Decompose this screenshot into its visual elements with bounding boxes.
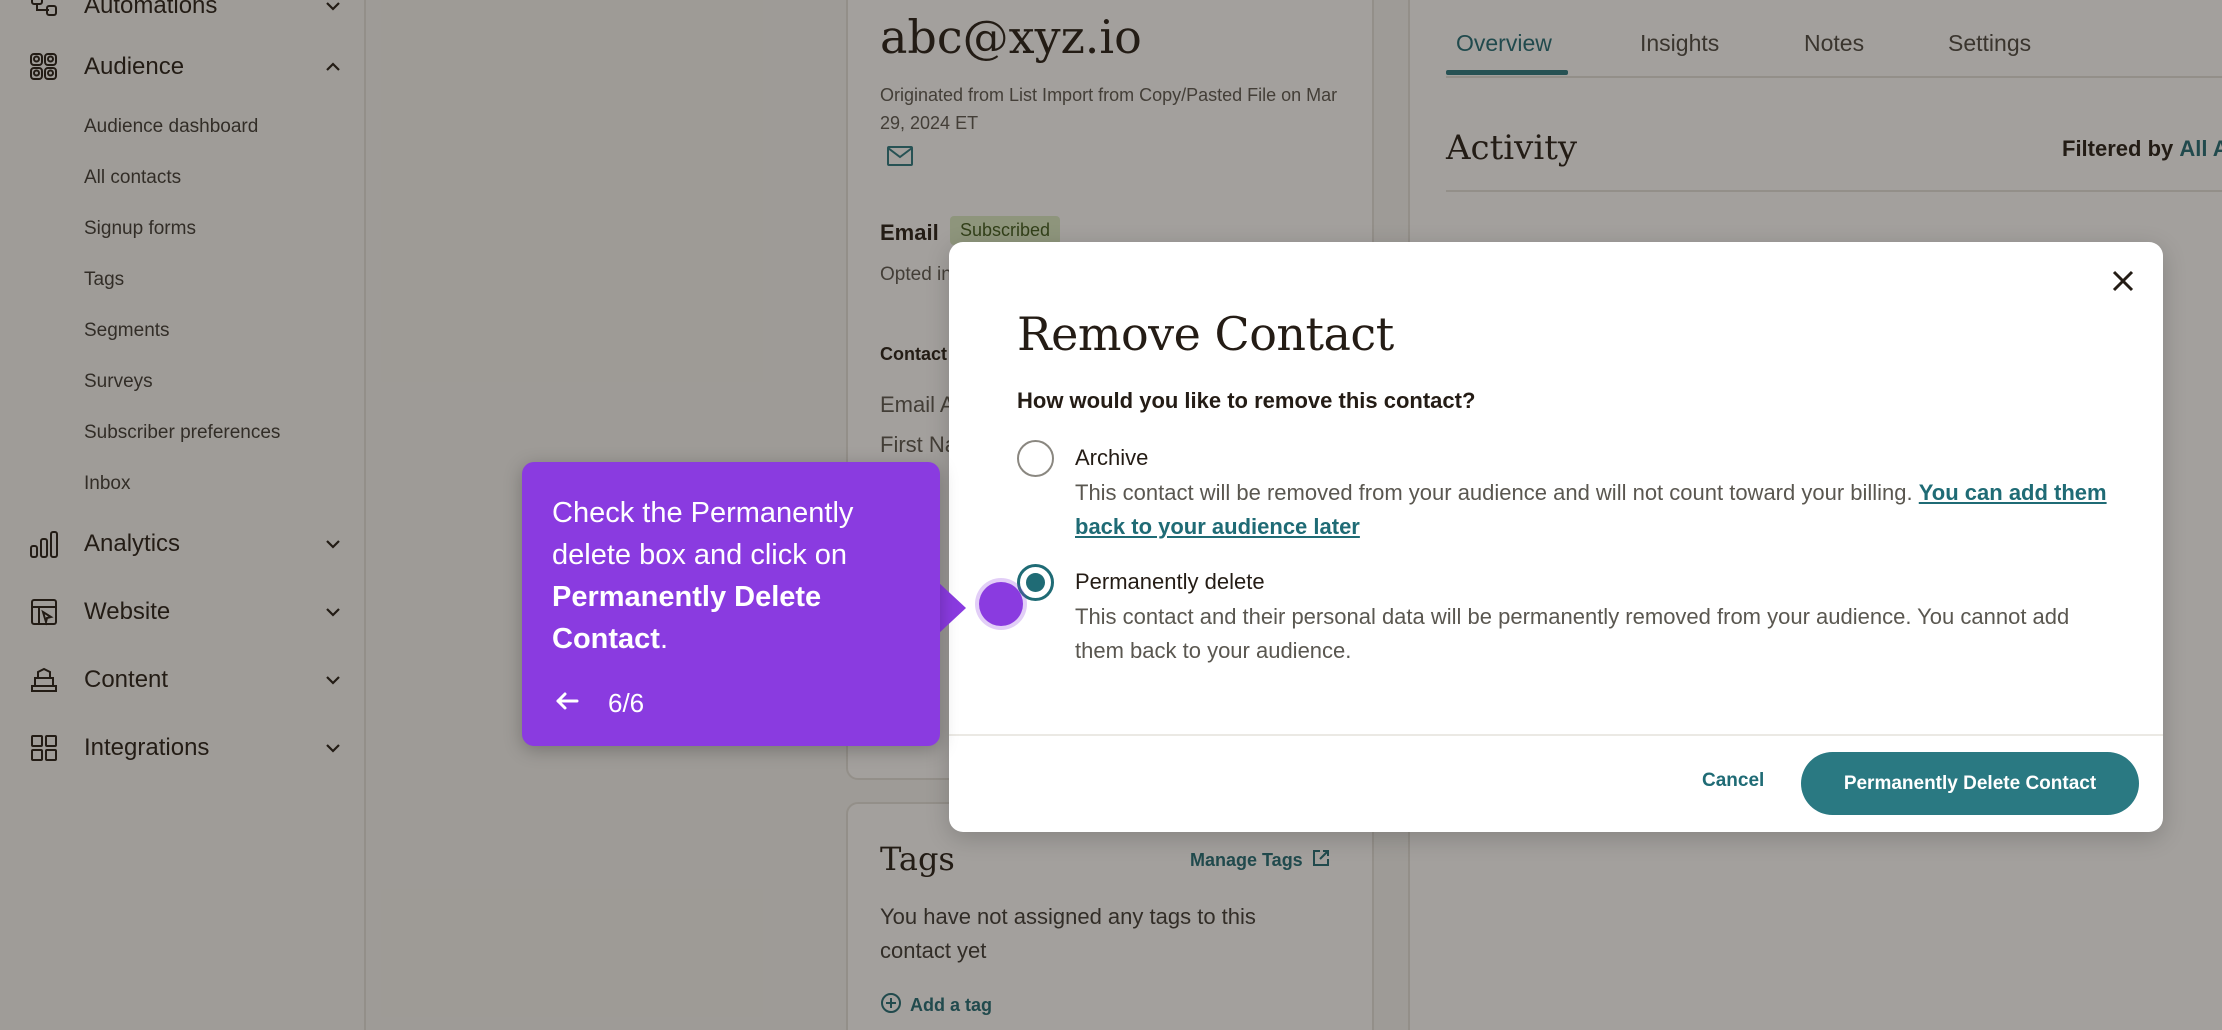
archive-radio[interactable] bbox=[1017, 440, 1054, 477]
back-arrow-icon[interactable] bbox=[552, 686, 582, 716]
remove-contact-modal: Remove Contact How would you like to rem… bbox=[949, 242, 2163, 832]
tooltip-text-bold: Permanently Delete Contact bbox=[552, 581, 822, 655]
archive-description: This contact will be removed from your a… bbox=[1075, 476, 2115, 544]
tooltip-pointer bbox=[938, 582, 966, 634]
tooltip-text: Check the Permanently delete box and cli… bbox=[552, 492, 922, 660]
guide-tooltip: Check the Permanently delete box and cli… bbox=[522, 462, 940, 746]
archive-label: Archive bbox=[1075, 445, 1149, 470]
guide-hotspot bbox=[979, 582, 1023, 626]
permanently-delete-contact-button[interactable]: Permanently Delete Contact bbox=[1801, 752, 2139, 815]
permanently-delete-description: This contact and their personal data wil… bbox=[1075, 604, 2070, 663]
modal-question: How would you like to remove this contac… bbox=[1017, 388, 1476, 413]
modal-title: Remove Contact bbox=[1017, 307, 1394, 361]
tooltip-text-end: . bbox=[659, 623, 669, 655]
tooltip-text-plain: Check the Permanently delete box and cli… bbox=[552, 497, 854, 571]
permanently-delete-label: Permanently delete bbox=[1075, 569, 1265, 594]
modal-footer-divider bbox=[949, 734, 2163, 736]
cancel-button[interactable]: Cancel bbox=[1702, 770, 1764, 792]
tooltip-step-counter: 6/6 bbox=[608, 688, 645, 718]
archive-desc-text: This contact will be removed from your a… bbox=[1075, 480, 1913, 505]
permanently-delete-radio[interactable] bbox=[1017, 564, 1054, 601]
close-icon[interactable] bbox=[2106, 264, 2140, 298]
